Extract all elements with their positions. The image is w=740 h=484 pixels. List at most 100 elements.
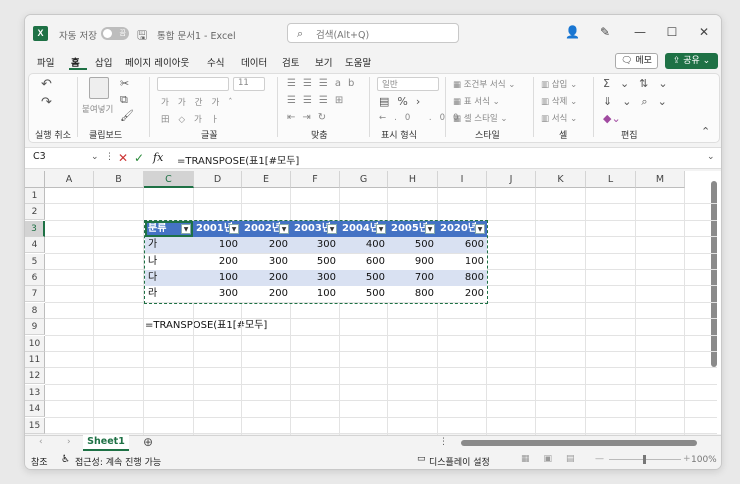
row-header[interactable]: 4 [25,237,45,254]
tab-data[interactable]: 데이터 [241,55,267,69]
tab-home[interactable]: 홈 [71,55,80,69]
select-all-corner[interactable] [25,171,45,188]
undo-icon[interactable]: ↶ [41,77,52,92]
column-header[interactable]: G [340,171,388,188]
more-icon[interactable]: ⋮ [105,152,114,162]
format-painter-icon[interactable]: 🖌 [120,109,134,122]
vertical-scrollbar[interactable] [711,181,717,367]
name-box-dropdown-icon[interactable]: ⌄ [91,152,99,162]
next-sheet-icon[interactable]: › [67,437,71,447]
zoom-in-icon[interactable]: + [683,454,691,464]
maximize-button[interactable]: ☐ [665,25,679,39]
tab-help[interactable]: 도움말 [345,55,371,69]
tab-review[interactable]: 검토 [282,55,299,69]
cut-icon[interactable]: ✂ [120,77,129,90]
row-header[interactable]: 12 [25,368,45,385]
divider [277,77,278,137]
enter-icon[interactable]: ✓ [134,151,144,165]
gridline [93,188,94,435]
column-header[interactable]: H [388,171,438,188]
search-input[interactable]: 검색(Alt+Q) [287,23,459,43]
pen-icon[interactable]: ✎ [598,25,612,39]
tab-file[interactable]: 파일 [37,55,54,69]
tab-page-layout[interactable]: 페이지 레이아웃 [125,55,189,69]
row-header[interactable]: 3 [25,220,45,237]
indent-buttons[interactable]: ⇤⇥↻ [287,112,333,123]
row-header[interactable]: 2 [25,204,45,221]
column-header[interactable]: B [94,171,144,188]
font-name-select[interactable] [157,77,229,91]
font-size-buttons[interactable]: 가가간가ˆ [161,96,242,108]
horizontal-scrollbar[interactable] [461,440,697,446]
tab-formulas[interactable]: 수식 [207,55,224,69]
redo-icon[interactable]: ↷ [41,95,52,110]
cell-c9[interactable]: =TRANSPOSE(표1[#모두] [145,318,267,334]
account-icon[interactable]: 👤 [565,25,580,39]
minimize-button[interactable]: — [633,25,647,39]
more-icon[interactable]: ⋮ [439,437,448,447]
row-header[interactable]: 14 [25,401,45,418]
paste-icon[interactable] [89,77,109,99]
column-header[interactable]: D [194,171,242,188]
accessibility-status[interactable]: 접근성: 계속 진행 가능 [75,455,161,468]
conditional-format-button[interactable]: ▦ 조건부 서식 ⌄ [453,78,515,90]
delete-cells-button[interactable]: ▥ 삭제 ⌄ [541,95,577,107]
table-format-button[interactable]: ▦ 표 서식 ⌄ [453,95,500,107]
row-header[interactable]: 5 [25,253,45,270]
expand-formula-icon[interactable]: ⌄ [707,152,715,162]
row-header[interactable]: 11 [25,352,45,368]
function-icon[interactable]: fx [153,151,163,164]
tab-view[interactable]: 보기 [315,55,332,69]
share-button[interactable]: ⇪ 공유 ⌄ [665,53,718,69]
clear-icon[interactable]: ◆⌄ [603,112,621,125]
row-header[interactable]: 1 [25,188,45,204]
autosum-icon[interactable]: Σ⌄⇅⌄ [603,77,678,90]
row-header[interactable]: 9 [25,319,45,336]
column-header[interactable]: A [45,171,94,188]
copy-icon[interactable]: ⧉ [120,93,128,107]
divider [445,77,446,137]
gridline [45,416,717,418]
active-tab-indicator [69,68,87,70]
align-horizontal-buttons[interactable]: ☰☰☰⊞ [287,95,350,106]
column-header[interactable]: C [144,171,194,188]
prev-sheet-icon[interactable]: ‹ [39,437,43,447]
row-header[interactable]: 10 [25,335,45,352]
row-header[interactable]: 15 [25,417,45,434]
number-format-buttons[interactable]: ▤%› [379,95,428,108]
insert-cells-button[interactable]: ▥ 삽입 ⌄ [541,78,577,90]
column-header[interactable]: L [586,171,636,188]
view-buttons[interactable]: ▦▣▤ [521,454,589,464]
column-header[interactable]: F [291,171,340,188]
save-icon[interactable]: 🖫 [137,26,147,47]
zoom-slider-thumb[interactable] [643,455,646,464]
formula-input[interactable]: =TRANSPOSE(표1[#모두] [177,152,299,167]
column-header[interactable]: E [242,171,291,188]
close-button[interactable]: ✕ [697,25,711,39]
collapse-ribbon-icon[interactable]: ⌃ [701,125,710,138]
row-header[interactable]: 8 [25,302,45,319]
column-header[interactable]: I [438,171,487,188]
memo-button[interactable]: 🗨 메모 [615,53,658,69]
display-settings-button[interactable]: 디스플레이 설정 [429,455,490,468]
add-sheet-icon[interactable]: ⊕ [143,435,153,449]
row-header[interactable]: 6 [25,270,45,286]
row-header[interactable]: 13 [25,384,45,401]
column-header[interactable]: J [487,171,536,188]
fill-icon[interactable]: ⇓⌄⌕⌄ [603,95,677,109]
sheet-tab-sheet1[interactable]: Sheet1 [83,435,129,451]
autosave-toggle[interactable]: 끔 [101,27,129,40]
cell-style-button[interactable]: ▦ 셀 스타일 ⌄ [453,112,508,124]
align-top-buttons[interactable]: ☰☰☰ab [287,78,361,89]
font-size-select[interactable]: 11 [233,77,265,91]
zoom-level[interactable]: 100% [691,455,717,465]
zoom-out-icon[interactable]: — [595,454,604,464]
column-header[interactable]: M [636,171,685,188]
row-header[interactable]: 7 [25,286,45,303]
number-format-select[interactable]: 일반 [377,77,439,91]
font-style-buttons[interactable]: 田◇가ㅏ [161,113,228,125]
cancel-icon[interactable]: ✕ [118,151,128,165]
column-header[interactable]: K [536,171,586,188]
tab-insert[interactable]: 삽입 [95,55,112,69]
format-cells-button[interactable]: ▥ 서식 ⌄ [541,112,577,124]
